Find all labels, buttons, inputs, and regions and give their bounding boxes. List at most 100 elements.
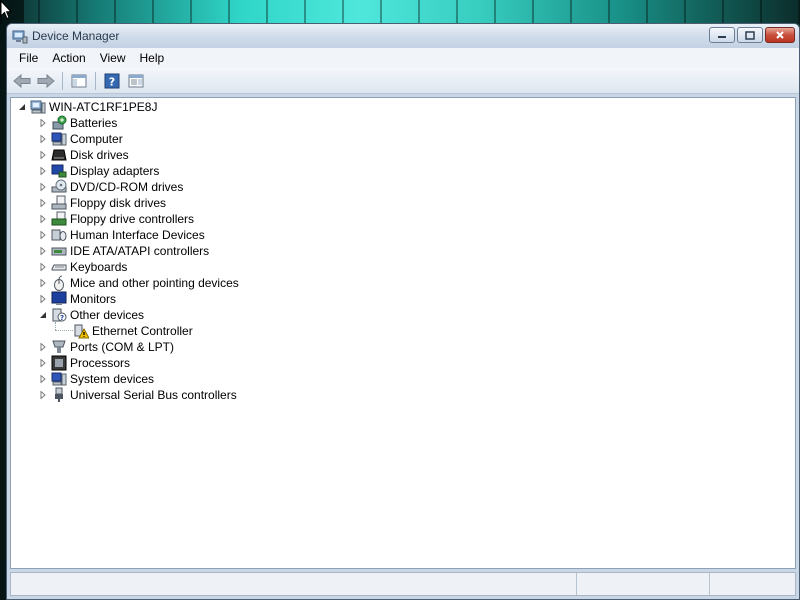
tree-item-disk-drives[interactable]: Disk drives [38, 147, 129, 163]
properties-icon [128, 74, 144, 87]
expand-arrow-icon[interactable] [38, 342, 48, 352]
expand-arrow-icon[interactable] [38, 118, 48, 128]
tree-item-ethernet-controller[interactable]: Ethernet Controller [73, 323, 193, 339]
tree-item-label: Display adapters [70, 164, 160, 178]
tree-item-computer[interactable]: Computer [38, 131, 123, 147]
menu-action[interactable]: Action [45, 51, 92, 65]
tree-item-keyboards[interactable]: Keyboards [38, 259, 127, 275]
collapse-arrow-icon[interactable] [38, 310, 48, 320]
tree-item-mice-and-other-pointing-devices[interactable]: Mice and other pointing devices [38, 275, 239, 291]
expand-arrow-icon[interactable] [38, 198, 48, 208]
warning-device-icon [73, 323, 89, 339]
tree-item-ports-com-lpt[interactable]: Ports (COM & LPT) [38, 339, 174, 355]
back-button[interactable] [12, 71, 32, 91]
port-icon [51, 339, 67, 355]
tree-item-label: Floppy disk drives [70, 196, 167, 210]
tree-item-monitors[interactable]: Monitors [38, 291, 116, 307]
computer-icon [30, 99, 46, 115]
window-title: Device Manager [32, 29, 120, 43]
minimize-button[interactable] [709, 27, 735, 43]
tree-item-label: Floppy drive controllers [70, 212, 195, 226]
title-bar[interactable]: Device Manager [7, 24, 799, 48]
tree-item-other-devices[interactable]: ? Other devices [38, 307, 144, 323]
expand-arrow-icon[interactable] [38, 230, 48, 240]
tree-item-universal-serial-bus-controllers[interactable]: Universal Serial Bus controllers [38, 387, 237, 403]
toolbar-separator [62, 71, 63, 90]
display-adapter-icon [51, 163, 67, 179]
tree-root-node[interactable]: WIN-ATC1RF1PE8J [17, 99, 157, 115]
expand-arrow-icon[interactable] [38, 246, 48, 256]
tree-item-display-adapters[interactable]: Display adapters [38, 163, 159, 179]
computer-icon [51, 131, 67, 147]
tree-item-label: System devices [70, 372, 155, 386]
tree-item-dvd-cd-rom-drives[interactable]: DVD/CD-ROM drives [38, 179, 183, 195]
tree-item-label: Ethernet Controller [92, 324, 193, 338]
system-device-icon [51, 371, 67, 387]
toolbar: ? [7, 68, 799, 94]
hid-icon [51, 227, 67, 243]
minimize-icon [718, 36, 726, 38]
expand-arrow-icon[interactable] [38, 262, 48, 272]
menu-help[interactable]: Help [133, 51, 172, 65]
show-hide-console-tree-icon [71, 74, 87, 87]
menu-view[interactable]: View [93, 51, 133, 65]
mouse-icon [51, 275, 67, 291]
tree-item-label: Batteries [70, 116, 118, 130]
device-tree-pane[interactable]: WIN-ATC1RF1PE8J Batteries Computer Disk … [10, 97, 796, 569]
tree-item-label: Human Interface Devices [70, 228, 205, 242]
tree-item-floppy-disk-drives[interactable]: Floppy disk drives [38, 195, 166, 211]
tree-item-label: Processors [70, 356, 131, 370]
tree-item-floppy-drive-controllers[interactable]: Floppy drive controllers [38, 211, 194, 227]
expand-arrow-icon[interactable] [38, 390, 48, 400]
tree-item-human-interface-devices[interactable]: Human Interface Devices [38, 227, 205, 243]
svg-text:?: ? [109, 75, 115, 88]
tree-item-ide-ata-atapi-controllers[interactable]: IDE ATA/ATAPI controllers [38, 243, 209, 259]
device-manager-icon [12, 30, 28, 44]
tree-item-label: Mice and other pointing devices [70, 276, 239, 290]
show-hide-console-tree-button[interactable] [69, 71, 89, 91]
status-segment [577, 573, 710, 595]
collapse-arrow-icon[interactable] [17, 102, 27, 112]
expand-arrow-icon[interactable] [38, 150, 48, 160]
expand-arrow-icon[interactable] [38, 374, 48, 384]
tree-connector-line [55, 330, 73, 331]
status-segment [710, 573, 790, 595]
properties-button[interactable] [126, 71, 146, 91]
expand-arrow-icon[interactable] [38, 166, 48, 176]
close-button[interactable] [765, 27, 795, 43]
tree-item-system-devices[interactable]: System devices [38, 371, 154, 387]
disk-drive-icon [51, 147, 67, 163]
menu-file[interactable]: File [12, 51, 45, 65]
maximize-button[interactable] [737, 27, 763, 43]
tree-root-label: WIN-ATC1RF1PE8J [49, 100, 158, 114]
processor-icon [51, 355, 67, 371]
monitor-icon [51, 291, 67, 307]
toolbar-separator [95, 71, 96, 90]
help-button[interactable]: ? [102, 71, 122, 91]
expand-arrow-icon[interactable] [38, 182, 48, 192]
ide-controller-icon [51, 243, 67, 259]
floppy-controller-icon [51, 211, 67, 227]
tree-item-label: Ports (COM & LPT) [70, 340, 175, 354]
status-segment [11, 573, 577, 595]
expand-arrow-icon[interactable] [38, 278, 48, 288]
status-bar [10, 572, 796, 596]
expand-arrow-icon[interactable] [38, 134, 48, 144]
tree-item-label: Disk drives [70, 148, 129, 162]
forward-button[interactable] [36, 71, 56, 91]
tree-connector-line [55, 322, 56, 330]
expand-arrow-icon[interactable] [38, 358, 48, 368]
keyboard-icon [51, 259, 67, 275]
expand-arrow-icon[interactable] [38, 294, 48, 304]
tree-item-label: Computer [70, 132, 123, 146]
tree-item-batteries[interactable]: Batteries [38, 115, 117, 131]
svg-text:?: ? [60, 314, 64, 322]
device-manager-window: Device Manager File Action View Help ? W… [6, 23, 800, 600]
floppy-disk-icon [51, 195, 67, 211]
expand-arrow-icon[interactable] [38, 214, 48, 224]
tree-item-label: Universal Serial Bus controllers [70, 388, 237, 402]
maximize-icon [745, 30, 755, 40]
unknown-device-icon: ? [51, 307, 67, 323]
forward-arrow-icon [37, 73, 55, 88]
tree-item-processors[interactable]: Processors [38, 355, 130, 371]
